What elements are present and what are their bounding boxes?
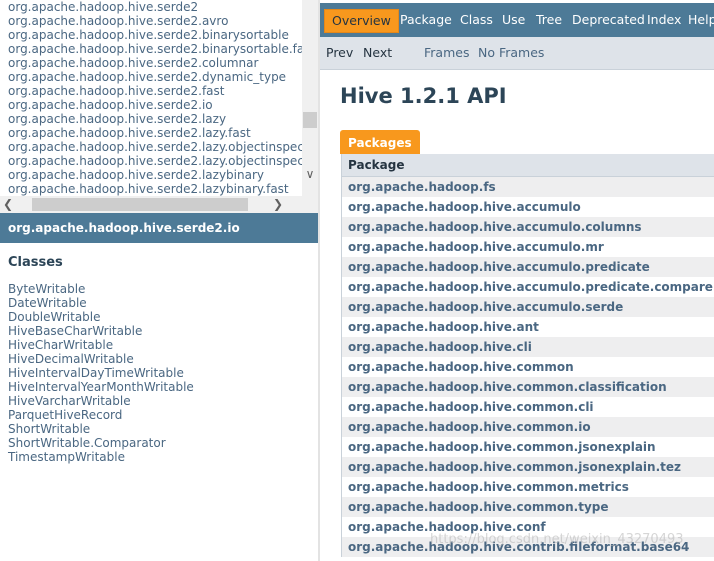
class-link[interactable]: HiveBaseCharWritable [8, 324, 318, 338]
table-row[interactable]: org.apache.hadoop.hive.conf [342, 517, 714, 537]
table-row[interactable]: org.apache.hadoop.hive.common.jsonexplai… [342, 457, 714, 477]
package-link[interactable]: org.apache.hadoop.hive.serde2.io [8, 98, 302, 112]
table-header-package: Package [342, 154, 714, 177]
table-row[interactable]: org.apache.hadoop.hive.accumulo.predicat… [342, 257, 714, 277]
package-link[interactable]: org.apache.hadoop.hive.serde2.binarysort… [8, 28, 302, 42]
nav-package[interactable]: Package [400, 3, 452, 37]
table-row[interactable]: org.apache.hadoop.hive.accumulo [342, 197, 714, 217]
frames-link[interactable]: Frames [424, 37, 469, 69]
nav-index[interactable]: Index [647, 3, 681, 37]
table-row[interactable]: org.apache.hadoop.hive.common [342, 357, 714, 377]
table-row[interactable]: org.apache.hadoop.hive.accumulo.mr [342, 237, 714, 257]
scroll-corner [302, 182, 318, 213]
package-list: org.apache.hadoop.hive.serde2 org.apache… [8, 0, 302, 196]
nav-deprecated[interactable]: Deprecated [572, 3, 645, 37]
top-navbar: Overview Package Class Use Tree Deprecat… [320, 3, 714, 37]
classes-frame: org.apache.hadoop.hive.serde2.io Classes… [0, 213, 318, 561]
class-link[interactable]: ParquetHiveRecord [8, 408, 318, 422]
packages-frame: org.apache.hadoop.hive.serde2 org.apache… [0, 0, 318, 213]
package-name-header[interactable]: org.apache.hadoop.hive.serde2.io [0, 213, 318, 243]
table-row[interactable]: org.apache.hadoop.hive.common.cli [342, 397, 714, 417]
class-link[interactable]: HiveVarcharWritable [8, 394, 318, 408]
package-link[interactable]: org.apache.hadoop.hive.serde2.lazy.objec… [8, 154, 302, 168]
scroll-right-arrow-icon[interactable]: ❯ [270, 196, 286, 213]
horizontal-scroll-thumb[interactable] [32, 198, 248, 211]
table-row[interactable]: org.apache.hadoop.hive.ant [342, 317, 714, 337]
package-link[interactable]: org.apache.hadoop.hive.serde2.binarysort… [8, 42, 302, 56]
packages-table: Package org.apache.hadoop.fs org.apache.… [341, 154, 714, 557]
table-row[interactable]: org.apache.hadoop.hive.accumulo.columns [342, 217, 714, 237]
table-row[interactable]: org.apache.hadoop.hive.common.metrics [342, 477, 714, 497]
table-row[interactable]: org.apache.hadoop.fs [342, 177, 714, 197]
horizontal-scrollbar[interactable]: ❮ ❯ [0, 196, 302, 213]
table-row[interactable]: org.apache.hadoop.hive.accumulo.predicat… [342, 277, 714, 297]
classes-heading: Classes [8, 255, 63, 270]
main-content-frame: Overview Package Class Use Tree Deprecat… [320, 0, 714, 561]
vertical-scrollbar[interactable]: ∨ [302, 0, 318, 182]
package-link[interactable]: org.apache.hadoop.hive.serde2.lazybinary [8, 168, 302, 182]
class-link[interactable]: ShortWritable [8, 422, 318, 436]
no-frames-link[interactable]: No Frames [478, 37, 544, 69]
scroll-down-arrow-icon[interactable]: ∨ [302, 166, 318, 182]
class-link[interactable]: HiveDecimalWritable [8, 352, 318, 366]
prev-link[interactable]: Prev [326, 37, 353, 69]
package-link[interactable]: org.apache.hadoop.hive.serde2.lazy [8, 112, 302, 126]
nav-class[interactable]: Class [460, 3, 493, 37]
package-link[interactable]: org.apache.hadoop.hive.serde2.lazybinary… [8, 182, 302, 196]
class-link[interactable]: HiveIntervalYearMonthWritable [8, 380, 318, 394]
package-link[interactable]: org.apache.hadoop.hive.serde2.avro [8, 14, 302, 28]
package-link[interactable]: org.apache.hadoop.hive.serde2.fast [8, 84, 302, 98]
scroll-left-arrow-icon[interactable]: ❮ [0, 196, 16, 213]
package-link[interactable]: org.apache.hadoop.hive.serde2.lazy.fast [8, 126, 302, 140]
package-link[interactable]: org.apache.hadoop.hive.serde2.columnar [8, 56, 302, 70]
package-link[interactable]: org.apache.hadoop.hive.serde2.dynamic_ty… [8, 70, 302, 84]
table-row[interactable]: org.apache.hadoop.hive.cli [342, 337, 714, 357]
vertical-scroll-thumb[interactable] [303, 112, 317, 128]
nav-use[interactable]: Use [502, 3, 525, 37]
package-link[interactable]: org.apache.hadoop.hive.serde2 [8, 0, 302, 14]
sub-navbar: Prev Next Frames No Frames [320, 37, 714, 70]
table-row[interactable]: org.apache.hadoop.hive.common.classifica… [342, 377, 714, 397]
page-title: Hive 1.2.1 API [340, 84, 507, 108]
table-row[interactable]: org.apache.hadoop.hive.common.io [342, 417, 714, 437]
class-link[interactable]: DoubleWritable [8, 310, 318, 324]
tab-packages[interactable]: Packages [340, 130, 420, 154]
table-row[interactable]: org.apache.hadoop.hive.common.type [342, 497, 714, 517]
class-link[interactable]: HiveIntervalDayTimeWritable [8, 366, 318, 380]
nav-overview[interactable]: Overview [324, 9, 399, 33]
nav-tree[interactable]: Tree [536, 3, 562, 37]
class-link[interactable]: ByteWritable [8, 282, 318, 296]
table-row[interactable]: org.apache.hadoop.hive.contrib.fileforma… [342, 537, 714, 557]
table-row[interactable]: org.apache.hadoop.hive.accumulo.serde [342, 297, 714, 317]
class-link[interactable]: DateWritable [8, 296, 318, 310]
package-link[interactable]: org.apache.hadoop.hive.serde2.lazy.objec… [8, 140, 302, 154]
class-link[interactable]: TimestampWritable [8, 450, 318, 464]
table-row[interactable]: org.apache.hadoop.hive.common.jsonexplai… [342, 437, 714, 457]
next-link[interactable]: Next [363, 37, 392, 69]
class-link[interactable]: HiveCharWritable [8, 338, 318, 352]
class-link[interactable]: ShortWritable.Comparator [8, 436, 318, 450]
nav-help[interactable]: Help [688, 3, 714, 37]
